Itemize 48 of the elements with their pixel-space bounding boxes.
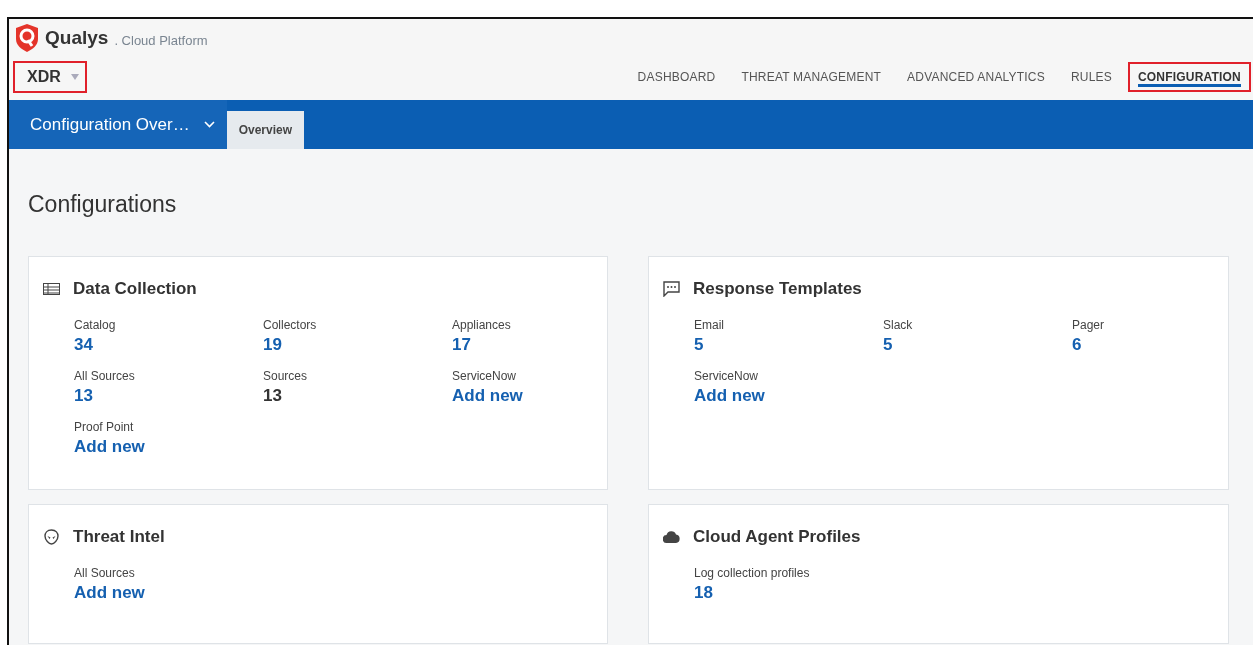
card-title: Threat Intel xyxy=(73,527,165,547)
sub-tab[interactable]: Overview xyxy=(226,111,305,149)
app-switcher[interactable]: XDR xyxy=(13,61,87,93)
stat-link[interactable]: Add new xyxy=(74,437,145,457)
stat-label: Appliances xyxy=(452,318,512,332)
stat-label: All Sources xyxy=(74,566,136,580)
stat-label: ServiceNow xyxy=(694,369,760,383)
chevron-down-icon xyxy=(203,121,215,128)
stat-label: Slack xyxy=(883,318,914,332)
stat-label: Collectors xyxy=(263,318,318,332)
stat-label: Catalog xyxy=(74,318,117,332)
stat-link[interactable]: 5 xyxy=(694,335,704,355)
brand-subtitle: . Cloud Platform xyxy=(114,32,208,48)
stat-link[interactable]: Add new xyxy=(452,386,523,406)
stat-link[interactable]: Add new xyxy=(74,583,145,603)
nav-tab[interactable]: THREAT MANAGEMENT xyxy=(731,62,892,92)
stat-link[interactable]: 19 xyxy=(263,335,282,355)
stat-label: Proof Point xyxy=(74,420,135,434)
stat-link[interactable]: 13 xyxy=(74,386,93,406)
stat-link[interactable]: 6 xyxy=(1072,335,1082,355)
nav-tab[interactable]: RULES xyxy=(1060,62,1122,92)
section-menu[interactable]: Configuration Over… xyxy=(9,100,227,149)
stat-label: Log collection profiles xyxy=(694,566,811,580)
stat-link[interactable]: 18 xyxy=(694,583,713,603)
stat-label: Pager xyxy=(1072,318,1106,332)
page-title: Configurations xyxy=(28,191,178,218)
stat-link[interactable]: Add new xyxy=(694,386,765,406)
brand-name: Qualys xyxy=(45,27,109,49)
alien-icon xyxy=(43,529,60,545)
table-icon xyxy=(43,283,60,295)
stat-link[interactable]: 34 xyxy=(74,335,93,355)
stat-label: ServiceNow xyxy=(452,369,518,383)
stat-label: Sources xyxy=(263,369,309,383)
card-title: Cloud Agent Profiles xyxy=(693,527,861,547)
stat-value: 13 xyxy=(263,386,282,406)
cloud-icon xyxy=(663,531,680,543)
caret-icon xyxy=(70,74,79,80)
nav-tab[interactable]: CONFIGURATION xyxy=(1127,62,1251,92)
card-title: Response Templates xyxy=(693,279,862,299)
nav-tab[interactable]: ADVANCED ANALYTICS xyxy=(897,62,1055,92)
card-title: Data Collection xyxy=(73,279,197,299)
nav-tab[interactable]: DASHBOARD xyxy=(627,62,726,92)
chat-icon xyxy=(663,281,680,297)
stat-link[interactable]: 5 xyxy=(883,335,893,355)
stat-link[interactable]: 17 xyxy=(452,335,471,355)
stat-label: Email xyxy=(694,318,725,332)
stat-label: All Sources xyxy=(74,369,136,383)
shield-logo-icon xyxy=(15,24,39,52)
